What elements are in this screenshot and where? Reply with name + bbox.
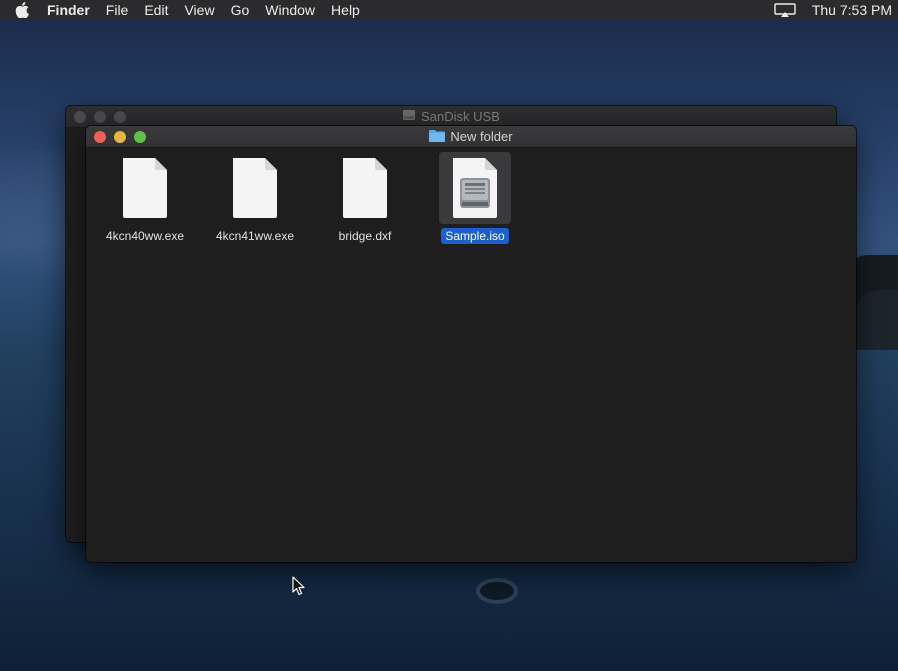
window-controls: [74, 111, 126, 123]
document-icon: [219, 152, 291, 224]
airplay-display-icon[interactable]: [772, 3, 798, 17]
minimize-button[interactable]: [114, 131, 126, 143]
menu-window[interactable]: Window: [257, 0, 323, 20]
menu-file[interactable]: File: [98, 0, 137, 20]
menu-bar: Finder File Edit View Go Window Help Thu…: [0, 0, 898, 20]
window-title: New folder: [450, 129, 513, 144]
file-name: bridge.dxf: [338, 229, 392, 243]
menu-edit[interactable]: Edit: [136, 0, 176, 20]
apple-menu-icon[interactable]: [0, 0, 44, 20]
window-title: SanDisk USB: [421, 109, 500, 124]
mouse-pointer-icon: [292, 576, 306, 601]
new-folder-window[interactable]: New folder 4kcn40ww.exe 4kcn41ww.exe bri…: [86, 126, 856, 562]
disk-image-icon: [439, 152, 511, 224]
file-name: 4kcn41ww.exe: [215, 229, 295, 243]
zoom-button[interactable]: [114, 111, 126, 123]
menu-view[interactable]: View: [176, 0, 222, 20]
file-item-4kcn41ww[interactable]: 4kcn41ww.exe: [200, 152, 310, 244]
file-grid: 4kcn40ww.exe 4kcn41ww.exe bridge.dxf Sam…: [86, 148, 856, 562]
wallpaper-rock: [480, 582, 514, 600]
window-controls: [94, 131, 146, 143]
menu-finder[interactable]: Finder: [44, 0, 98, 20]
file-item-sample-iso[interactable]: Sample.iso: [420, 152, 530, 244]
usb-drive-icon: [402, 108, 416, 125]
close-button[interactable]: [74, 111, 86, 123]
minimize-button[interactable]: [94, 111, 106, 123]
menu-go[interactable]: Go: [223, 0, 258, 20]
sandisk-usb-titlebar[interactable]: SanDisk USB: [66, 106, 836, 128]
file-name: 4kcn40ww.exe: [105, 229, 185, 243]
menu-bar-clock[interactable]: Thu 7:53 PM: [812, 2, 898, 18]
menu-help[interactable]: Help: [323, 0, 368, 20]
file-item-4kcn40ww[interactable]: 4kcn40ww.exe: [90, 152, 200, 244]
folder-icon: [429, 129, 446, 145]
wallpaper-island-shadow: [854, 290, 898, 350]
close-button[interactable]: [94, 131, 106, 143]
zoom-button[interactable]: [134, 131, 146, 143]
document-icon: [109, 152, 181, 224]
new-folder-titlebar[interactable]: New folder: [86, 126, 856, 148]
file-item-bridge[interactable]: bridge.dxf: [310, 152, 420, 244]
file-name: Sample.iso: [441, 228, 509, 244]
document-icon: [329, 152, 401, 224]
